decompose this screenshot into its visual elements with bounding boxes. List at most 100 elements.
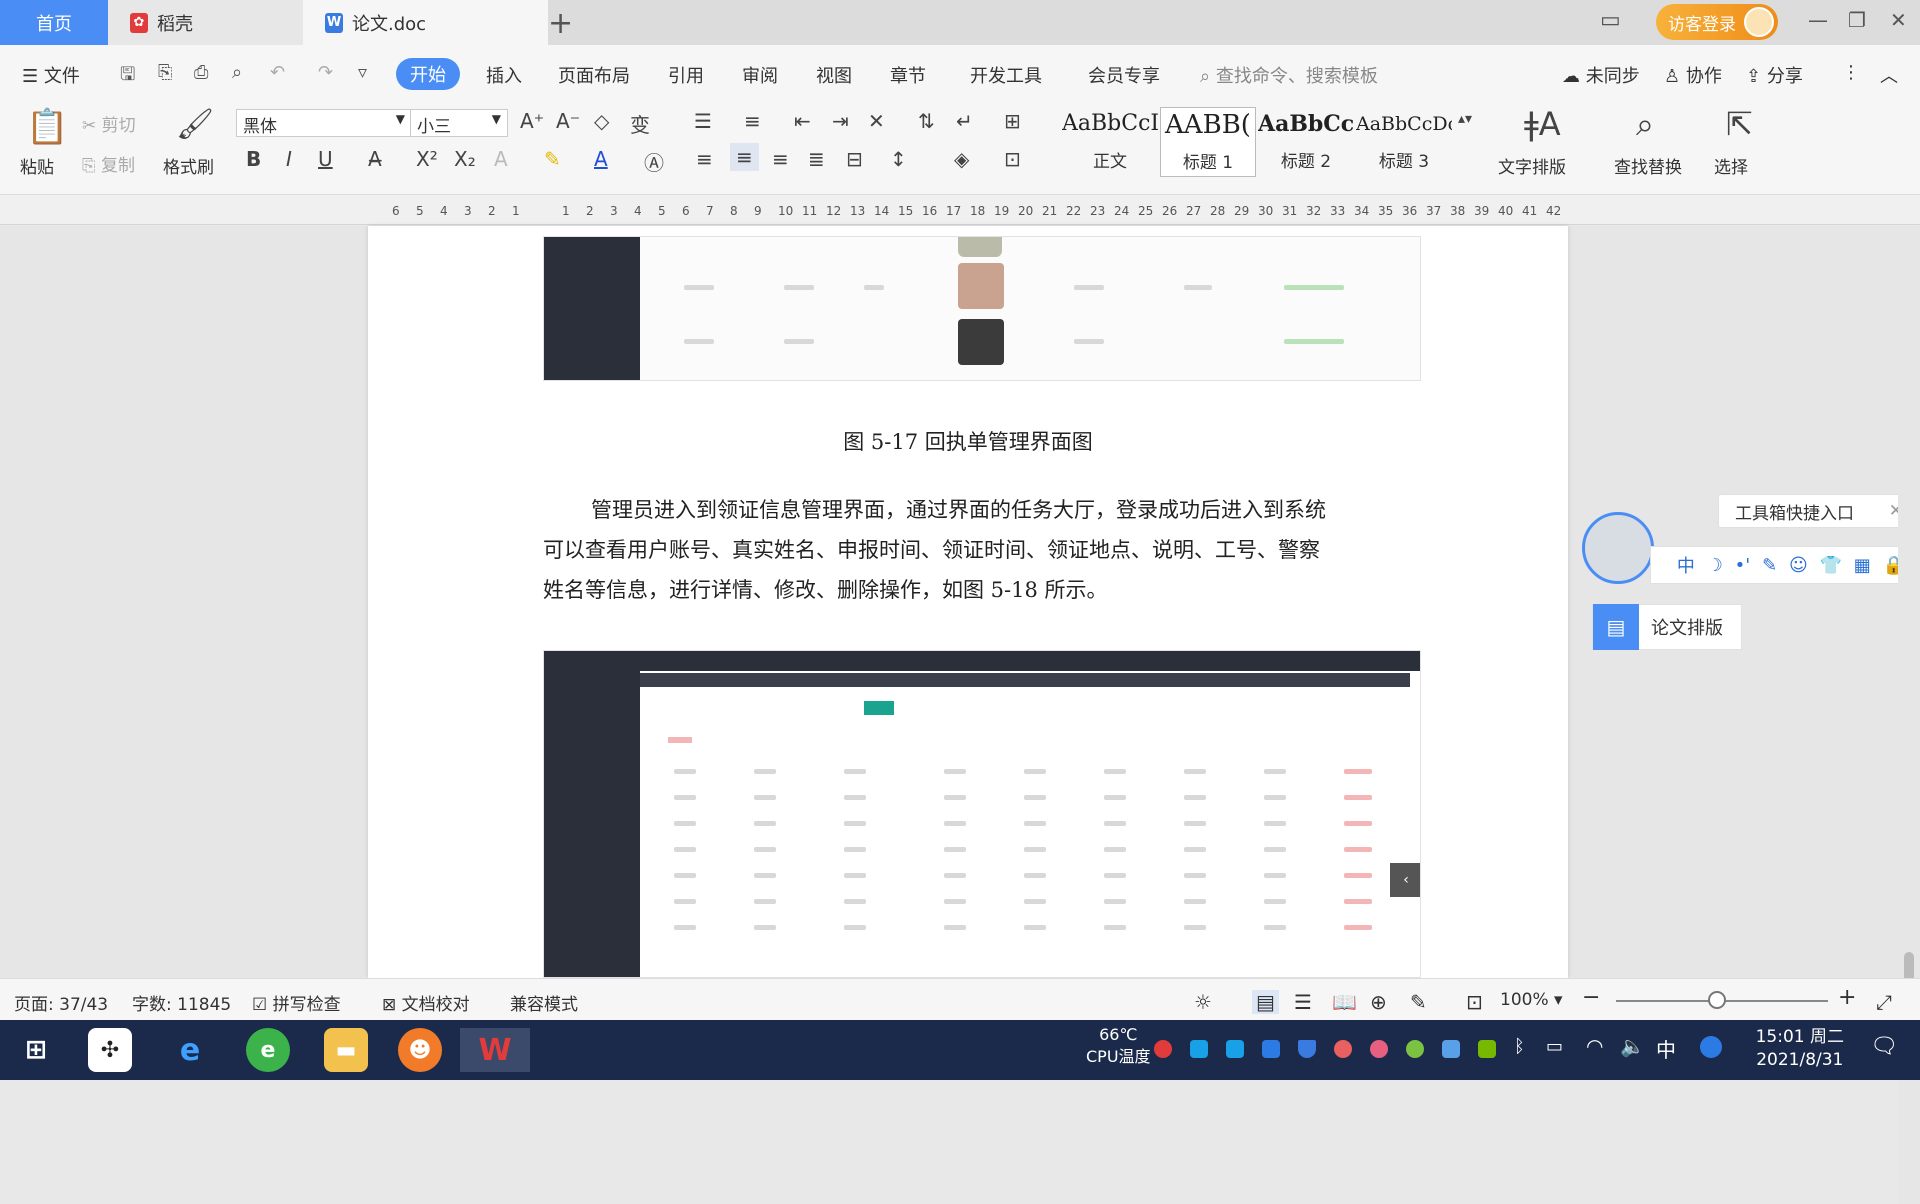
assistant-robot-icon[interactable] bbox=[1582, 512, 1654, 584]
zoom-in-icon[interactable]: + bbox=[1838, 985, 1856, 1010]
paste-button[interactable]: 粘贴 bbox=[20, 153, 54, 178]
print-icon[interactable]: ⎙ bbox=[194, 62, 208, 83]
write-mode-icon[interactable]: ✎ bbox=[1410, 990, 1427, 1014]
web-view-icon[interactable]: ⊕ bbox=[1370, 990, 1387, 1014]
style-heading-3[interactable]: AaBbCcDc 标题 3 bbox=[1356, 107, 1452, 177]
zoom-slider-handle[interactable] bbox=[1708, 991, 1726, 1009]
decrease-indent-icon[interactable]: ⇤ bbox=[794, 109, 811, 133]
grow-font-icon[interactable]: A⁺ bbox=[520, 109, 544, 133]
volume-icon[interactable]: 🔈 bbox=[1620, 1034, 1645, 1058]
system-clock[interactable]: 15:01 周二 2021/8/31 bbox=[1756, 1026, 1844, 1072]
bold-icon[interactable]: B bbox=[246, 147, 261, 171]
paste-icon[interactable]: 📋 bbox=[26, 107, 68, 147]
menu-member[interactable]: 会员专享 bbox=[1088, 62, 1160, 88]
tray-app-icon[interactable] bbox=[1190, 1040, 1208, 1058]
tray-app-icon[interactable] bbox=[1154, 1040, 1172, 1058]
emoji-icon[interactable]: ☺ bbox=[1789, 555, 1808, 576]
find-icon[interactable]: ⌕ bbox=[1636, 105, 1654, 144]
superscript-icon[interactable]: X² bbox=[416, 147, 438, 171]
line-spacing-icon[interactable]: ↕ bbox=[890, 147, 907, 171]
layout-icon[interactable]: ▭ bbox=[1600, 8, 1621, 33]
eye-protection-icon[interactable]: ☼ bbox=[1194, 990, 1212, 1014]
highlight-icon[interactable]: ✎ bbox=[544, 147, 561, 171]
text-layout-icon[interactable]: ǂA bbox=[1524, 105, 1561, 143]
increase-indent-icon[interactable]: ⇥ bbox=[832, 109, 849, 133]
wps-taskbar-button[interactable]: W bbox=[460, 1028, 530, 1072]
minimize-icon[interactable]: — bbox=[1808, 8, 1828, 32]
italic-icon[interactable]: I bbox=[286, 147, 292, 171]
collab-button[interactable]: ♙ 协作 bbox=[1664, 62, 1722, 88]
table-border-icon[interactable]: ⊞ bbox=[1004, 109, 1021, 133]
font-size-select[interactable]: 小三 ▼ bbox=[410, 109, 508, 137]
doc-proof-button[interactable]: ⊠ 文档校对 bbox=[382, 990, 470, 1015]
export-icon[interactable]: ⎘ bbox=[158, 62, 172, 83]
close-icon[interactable]: ✕ bbox=[1890, 8, 1907, 32]
align-left-icon[interactable]: ≡ bbox=[696, 147, 713, 171]
style-heading-2[interactable]: AaBbCc 标题 2 bbox=[1258, 107, 1354, 177]
text-effect-icon[interactable]: A bbox=[494, 147, 508, 171]
restore-icon[interactable]: ❐ bbox=[1848, 8, 1866, 32]
chevron-down-icon[interactable]: ▿ bbox=[358, 62, 367, 83]
sort-icon[interactable]: ⇅ bbox=[918, 109, 935, 133]
login-button[interactable]: 访客登录 bbox=[1656, 4, 1778, 40]
ime-icon[interactable]: 中 bbox=[1677, 552, 1695, 578]
justify-icon[interactable]: ≣ bbox=[808, 147, 825, 171]
windows-start-icon[interactable]: ⊞ bbox=[14, 1028, 58, 1072]
bluetooth-icon[interactable]: ᛒ bbox=[1514, 1036, 1525, 1057]
save-icon[interactable]: 🖫 bbox=[120, 62, 135, 92]
tray-app-icon[interactable] bbox=[1370, 1040, 1388, 1058]
grid-icon[interactable]: ▦ bbox=[1854, 555, 1871, 576]
style-heading-1[interactable]: AABB(标题 1 bbox=[1160, 107, 1256, 177]
collapse-ribbon-icon[interactable]: ︿ bbox=[1880, 62, 1898, 88]
tray-app-icon[interactable] bbox=[1442, 1040, 1460, 1058]
moon-icon[interactable]: ☽ bbox=[1707, 555, 1723, 576]
sync-button[interactable]: ☁ 未同步 bbox=[1562, 62, 1640, 88]
vertical-scrollbar[interactable] bbox=[1898, 452, 1920, 1204]
copy-button[interactable]: ⎘ 复制 bbox=[82, 151, 135, 176]
chinese-layout-icon[interactable]: ✕ bbox=[868, 109, 885, 133]
underline-icon[interactable]: U bbox=[318, 147, 333, 171]
ie-browser-icon[interactable]: e bbox=[168, 1028, 212, 1072]
tab-document[interactable]: W 论文.doc bbox=[303, 0, 548, 45]
fullscreen-icon[interactable]: ⤢ bbox=[1876, 990, 1892, 1014]
align-right-icon[interactable]: ≡ bbox=[772, 147, 789, 171]
document-page[interactable]: 图 5-17 回执单管理界面图 管理员进入到领证信息管理界面，通过界面的任务大厅… bbox=[368, 226, 1568, 978]
game-app-icon[interactable]: ☻ bbox=[398, 1028, 442, 1072]
toolbox-shortcut[interactable]: 工具箱快捷入口 ✕ bbox=[1718, 494, 1914, 528]
pinwheel-app-icon[interactable]: ✣ bbox=[88, 1028, 132, 1072]
zoom-select[interactable]: 100% ▾ bbox=[1500, 990, 1563, 1010]
clear-format-icon[interactable]: ◇ bbox=[594, 109, 609, 133]
font-name-select[interactable]: 黑体 ▼ bbox=[236, 109, 412, 137]
tray-app-icon[interactable] bbox=[1334, 1040, 1352, 1058]
subscript-icon[interactable]: X₂ bbox=[454, 147, 476, 171]
borders-icon[interactable]: ⊡ bbox=[1004, 147, 1021, 171]
command-search[interactable]: ⌕ 查找命令、搜索模板 bbox=[1200, 62, 1378, 88]
menu-insert[interactable]: 插入 bbox=[486, 62, 522, 88]
menu-view[interactable]: 视图 bbox=[816, 62, 852, 88]
styles-scroll-icon[interactable]: ▴▾ bbox=[1458, 111, 1472, 127]
shrink-font-icon[interactable]: A⁻ bbox=[556, 109, 580, 133]
menu-chapter[interactable]: 章节 bbox=[890, 62, 926, 88]
menu-review[interactable]: 审阅 bbox=[742, 62, 778, 88]
phonetic-icon[interactable]: 变 bbox=[630, 109, 650, 138]
battery-icon[interactable]: ▭ bbox=[1546, 1036, 1563, 1057]
redo-icon[interactable]: ↷ bbox=[318, 62, 333, 83]
outline-view-icon[interactable]: ☰ bbox=[1294, 990, 1312, 1014]
format-painter-button[interactable]: 格式刷 bbox=[163, 153, 214, 178]
format-painter-icon[interactable]: 🖌 bbox=[176, 107, 214, 142]
para-mark-icon[interactable]: ↵ bbox=[956, 109, 973, 133]
bullet-list-icon[interactable]: ☰ bbox=[694, 109, 712, 133]
page-count[interactable]: 页面: 37/43 bbox=[14, 990, 108, 1015]
tray-app-icon[interactable] bbox=[1262, 1040, 1280, 1058]
cpu-temp[interactable]: 66℃ CPU温度 bbox=[1086, 1024, 1151, 1068]
notification-icon[interactable]: 🗨 bbox=[1870, 1034, 1898, 1059]
cut-button[interactable]: ✂ 剪切 bbox=[82, 111, 136, 136]
strikethrough-icon[interactable]: A̶ bbox=[368, 147, 382, 171]
skin-icon[interactable]: 👕 bbox=[1820, 555, 1842, 576]
shield-icon[interactable] bbox=[1298, 1040, 1316, 1058]
print-preview-icon[interactable]: ⌕ bbox=[232, 62, 242, 83]
char-border-icon[interactable]: Ⓐ bbox=[644, 147, 664, 176]
select-button[interactable]: 选择 bbox=[1714, 153, 1748, 178]
menu-page-layout[interactable]: 页面布局 bbox=[558, 62, 630, 88]
text-layout-button[interactable]: 文字排版 bbox=[1498, 153, 1566, 178]
